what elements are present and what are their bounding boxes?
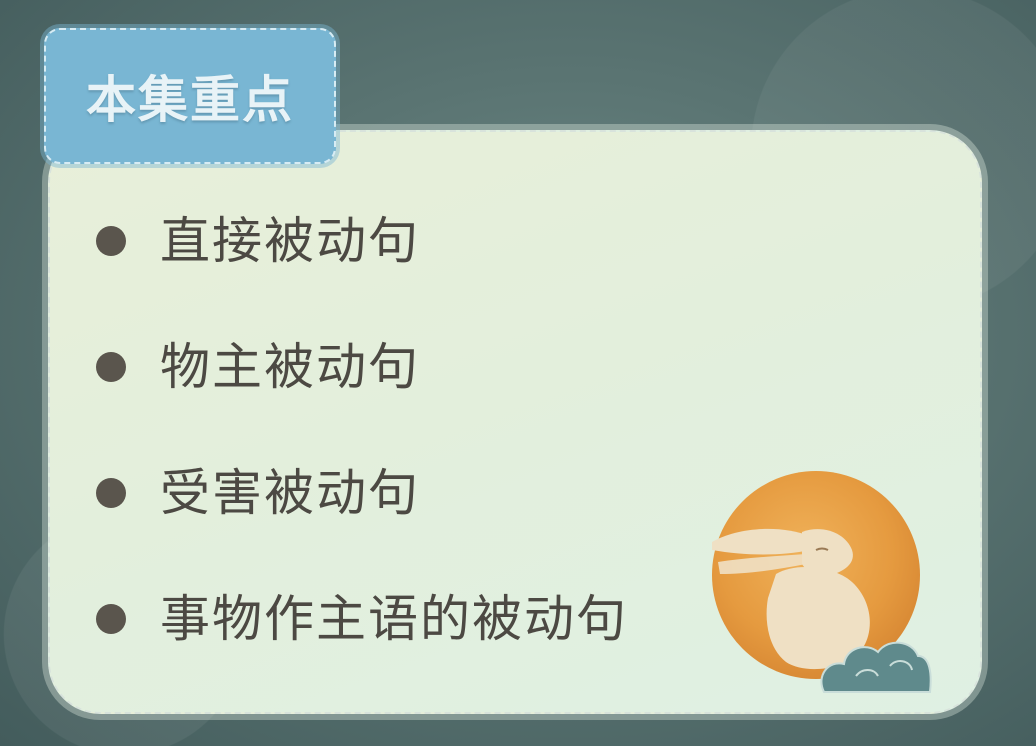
list-item: 直接被动句 xyxy=(96,206,628,332)
list-item-label: 物主被动句 xyxy=(160,338,420,396)
list-item-label: 受害被动句 xyxy=(160,464,420,522)
moon-rabbit-icon xyxy=(712,471,932,693)
list-item-label: 直接被动句 xyxy=(160,212,420,270)
page-title: 本集重点 xyxy=(86,71,294,129)
title-tab: 本集重点 xyxy=(44,28,336,164)
bullet-icon xyxy=(96,352,126,382)
list-item: 事物作主语的被动句 xyxy=(96,584,628,710)
bullet-icon xyxy=(96,604,126,634)
bullet-icon xyxy=(96,226,126,256)
key-points-list: 直接被动句 物主被动句 受害被动句 事物作主语的被动句 xyxy=(96,206,628,710)
list-item: 受害被动句 xyxy=(96,458,628,584)
list-item: 物主被动句 xyxy=(96,332,628,458)
list-item-label: 事物作主语的被动句 xyxy=(160,590,628,648)
bullet-icon xyxy=(96,478,126,508)
